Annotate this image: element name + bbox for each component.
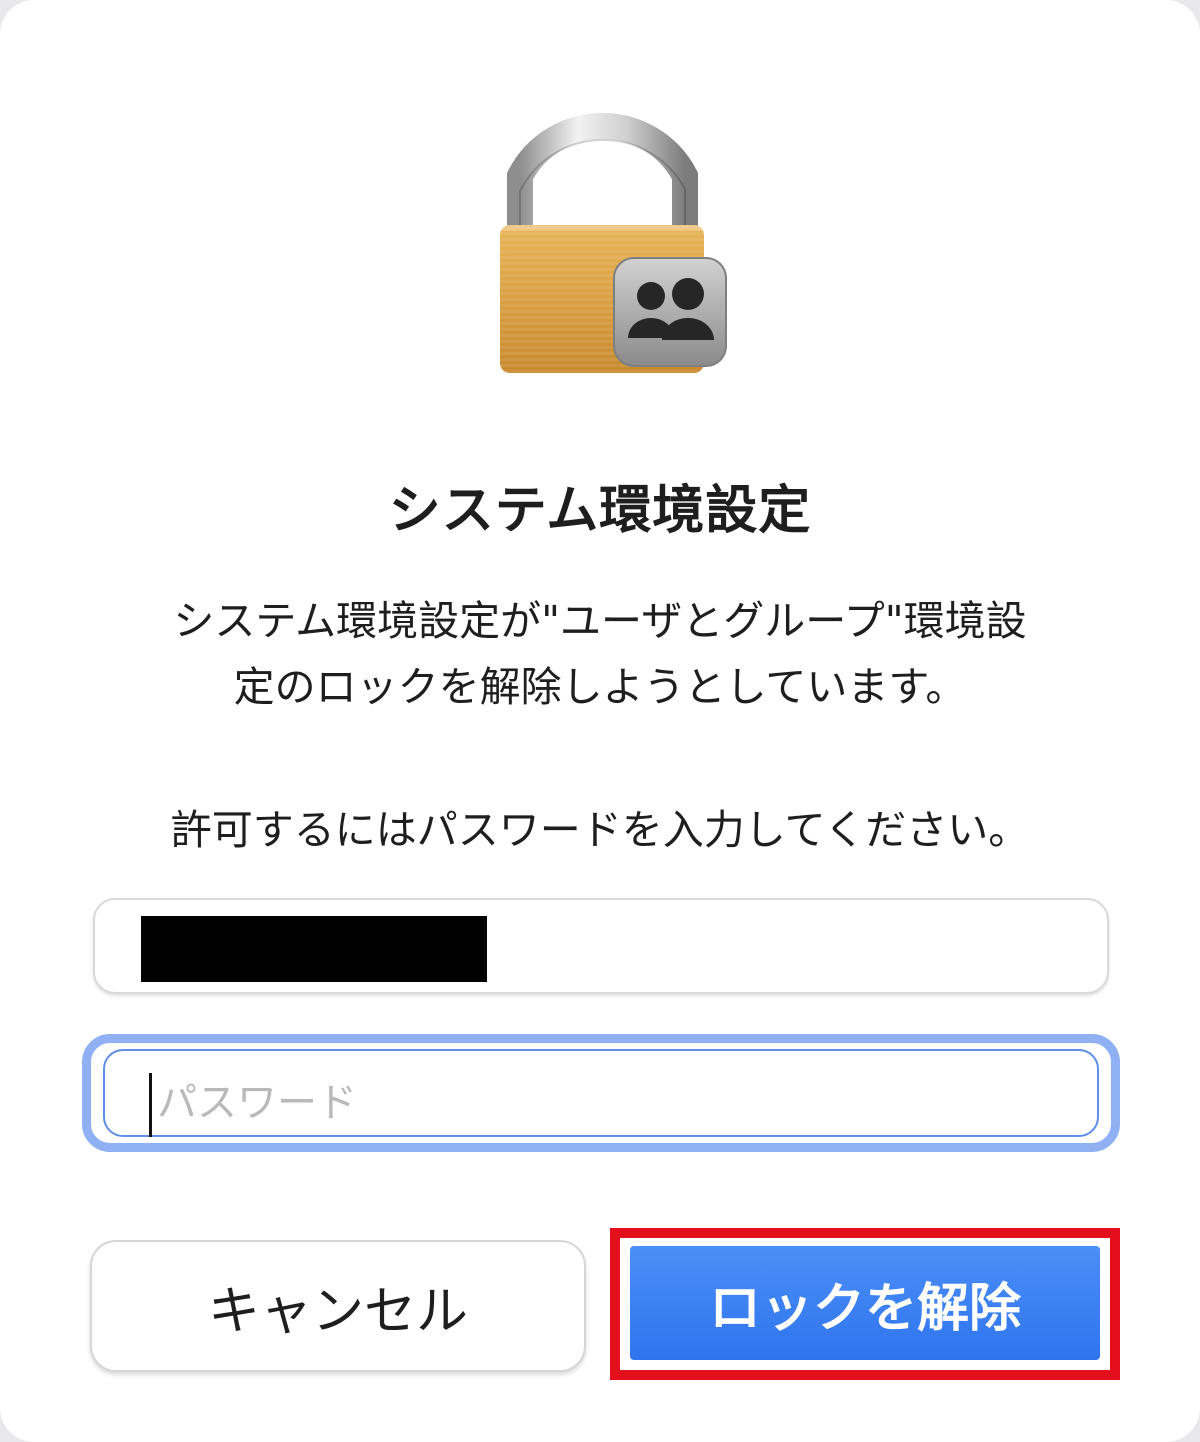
unlock-dialog: システム環境設定 システム環境設定が"ユーザとグループ"環境設 定のロックを解除… [0,0,1200,1442]
dialog-message-line-2: 定のロックを解除しようとしています。 [233,663,967,711]
redacted-username [141,916,487,982]
unlock-button[interactable]: ロックを解除 [630,1246,1100,1360]
padlock-users-icon [490,100,740,380]
dialog-message: システム環境設定が"ユーザとグループ"環境設 定のロックを解除しようとしています… [90,588,1110,720]
password-field-inner[interactable]: パスワード [103,1049,1099,1137]
password-prompt: 許可するにはパスワードを入力してください。 [170,806,1030,854]
cancel-button[interactable]: キャンセル [90,1240,586,1372]
password-field[interactable]: パスワード [82,1034,1120,1152]
username-field[interactable] [93,898,1109,994]
dialog-message-line-1: システム環境設定が"ユーザとグループ"環境設 [173,597,1027,645]
dialog-title: システム環境設定 [388,481,812,541]
